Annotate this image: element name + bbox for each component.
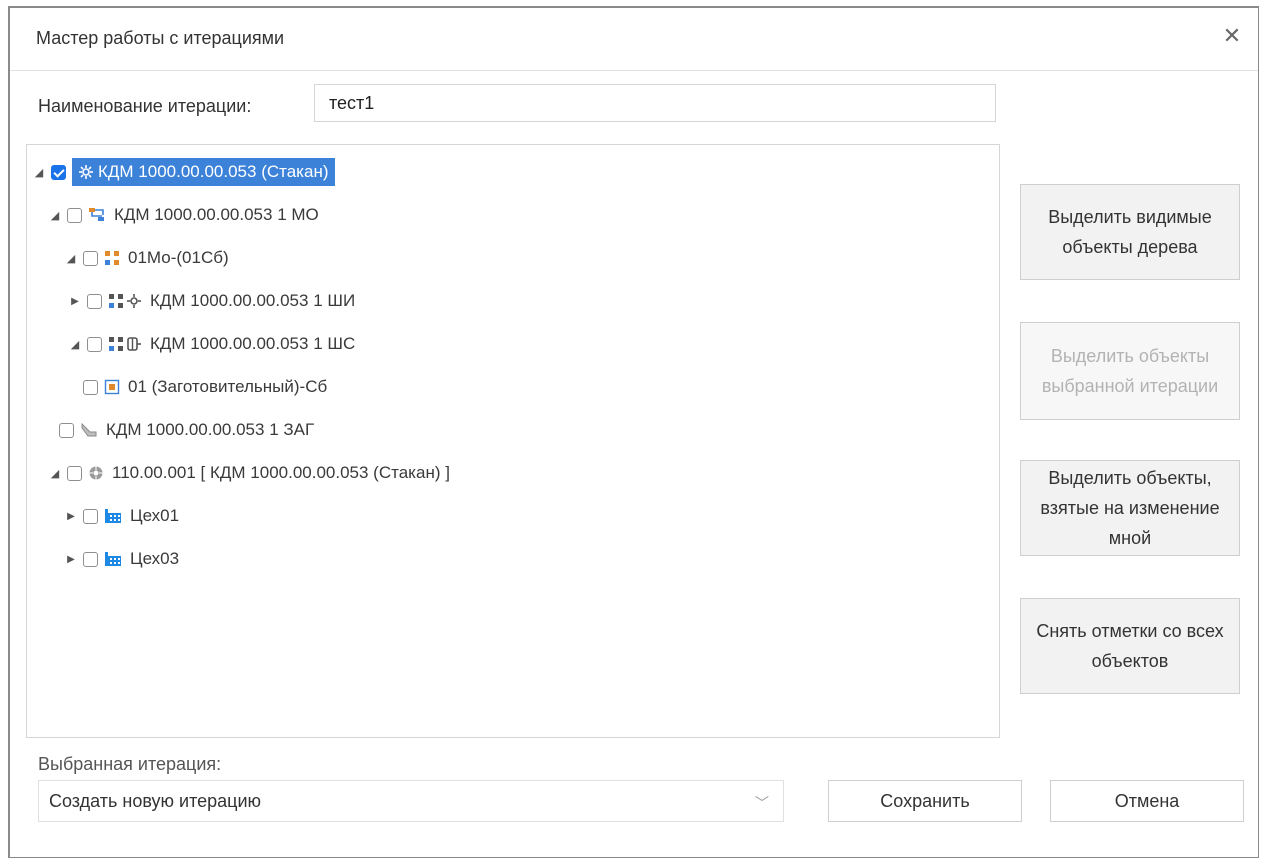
iteration-name-label: Наименование итерации: [38,96,252,116]
collapse-arrow-icon[interactable]: ▶ [63,511,79,522]
factory-icon [104,551,122,567]
workshop-op-icon [104,379,120,395]
tree-node[interactable]: ◢ 110.00.001 [ КДМ 1000.00.00.053 (Стака… [47,458,454,488]
collapse-arrow-icon[interactable]: ▶ [63,554,79,565]
expand-arrow-icon[interactable]: ◢ [63,252,79,265]
tree-node-checkbox[interactable] [59,422,74,438]
select-taken-objects-button[interactable]: Выделить объекты, взятые на изменение мн… [1020,460,1240,556]
tree-node-label: КДМ 1000.00.00.053 1 ШИ [150,291,356,310]
tree-node-label: 110.00.001 [ КДМ 1000.00.00.053 (Стакан)… [112,463,450,482]
tree-node-selected[interactable]: КДМ 1000.00.00.053 (Стакан) [72,158,335,186]
iteration-select-value: Создать новую итерацию [49,790,262,811]
select-iteration-objects-button[interactable]: Выделить объекты выбранной итерации [1020,322,1240,420]
save-button[interactable]: Сохранить [828,780,1022,822]
tree-node[interactable]: ▶ КДМ 1000.00.00.053 1 ШИ [67,286,359,316]
disc-icon [88,465,104,481]
tree-node-checkbox[interactable] [83,508,98,524]
chevron-down-icon: ﹀ [755,795,769,811]
tree-node-checkbox[interactable] [83,250,98,266]
tree-node[interactable]: ◢ 01Мо-(01Сб) [63,243,233,273]
tree-node-label: КДМ 1000.00.00.053 1 МО [114,205,319,224]
expand-arrow-icon[interactable]: ◢ [31,166,47,179]
select-visible-button[interactable]: Выделить видимые объекты дерева [1020,184,1240,280]
tree-node-label: 01 (Заготовительный)-Сб [128,377,328,396]
tree-node-checkbox[interactable] [83,551,98,567]
iteration-name-input[interactable] [314,84,996,122]
pipe-icon [80,422,98,438]
operation-gear-icon [108,293,142,309]
tree-node-checkbox[interactable] [67,465,82,481]
route-icon [88,207,106,223]
object-tree: ◢ КДМ 1000.00.00.053 (Стакан) ◢ КДМ 1000… [26,144,1000,738]
tree-node[interactable]: 01 (Заготовительный)-Сб [79,372,331,402]
tree-node-checkbox[interactable] [87,336,102,352]
tree-node[interactable]: ▶ Цех03 [63,544,183,574]
close-icon[interactable]: ✕ [1220,24,1244,48]
tree-node-label: 01Мо-(01Сб) [128,248,229,267]
dialog-title: Мастер работы с итерациями [36,28,285,48]
tree-node-label: Цех03 [130,549,180,568]
tree-node[interactable]: ◢ КДМ 1000.00.00.053 (Стакан) [31,157,335,187]
selected-iteration-label: Выбранная итерация: [38,754,222,774]
tree-node[interactable]: КДМ 1000.00.00.053 1 ЗАГ [55,415,318,445]
factory-icon [104,508,122,524]
tree-node-checkbox[interactable] [87,293,102,309]
tree-node-checkbox[interactable] [83,379,98,395]
tree-node-label: КДМ 1000.00.00.053 1 ШС [150,334,356,353]
expand-arrow-icon[interactable]: ◢ [67,338,83,351]
operation-icon [104,250,120,266]
tree-node-checkbox[interactable] [67,207,82,223]
cancel-button[interactable]: Отмена [1050,780,1244,822]
expand-arrow-icon[interactable]: ◢ [47,467,63,480]
tree-node[interactable]: ◢ КДМ 1000.00.00.053 1 ШС [67,329,359,359]
tree-node-label: Цех01 [130,506,180,525]
clear-all-marks-button[interactable]: Снять отметки со всех объектов [1020,598,1240,694]
collapse-arrow-icon[interactable]: ▶ [67,296,83,307]
iteration-wizard-dialog: Мастер работы с итерациями ✕ Наименовани… [8,6,1259,858]
expand-arrow-icon[interactable]: ◢ [47,209,63,222]
tree-node-label: КДМ 1000.00.00.053 (Стакан) [98,162,329,181]
tree-node-checkbox[interactable] [51,164,66,180]
tree-node[interactable]: ◢ КДМ 1000.00.00.053 1 МО [47,200,323,230]
tree-node-label: КДМ 1000.00.00.053 1 ЗАГ [106,420,315,439]
tree-node[interactable]: ▶ Цех01 [63,501,183,531]
title-bar: Мастер работы с итерациями ✕ [10,8,1258,71]
iteration-select[interactable]: Создать новую итерацию ﹀ [38,780,784,822]
gear-icon [78,164,94,180]
operation-tool-icon [108,336,142,352]
